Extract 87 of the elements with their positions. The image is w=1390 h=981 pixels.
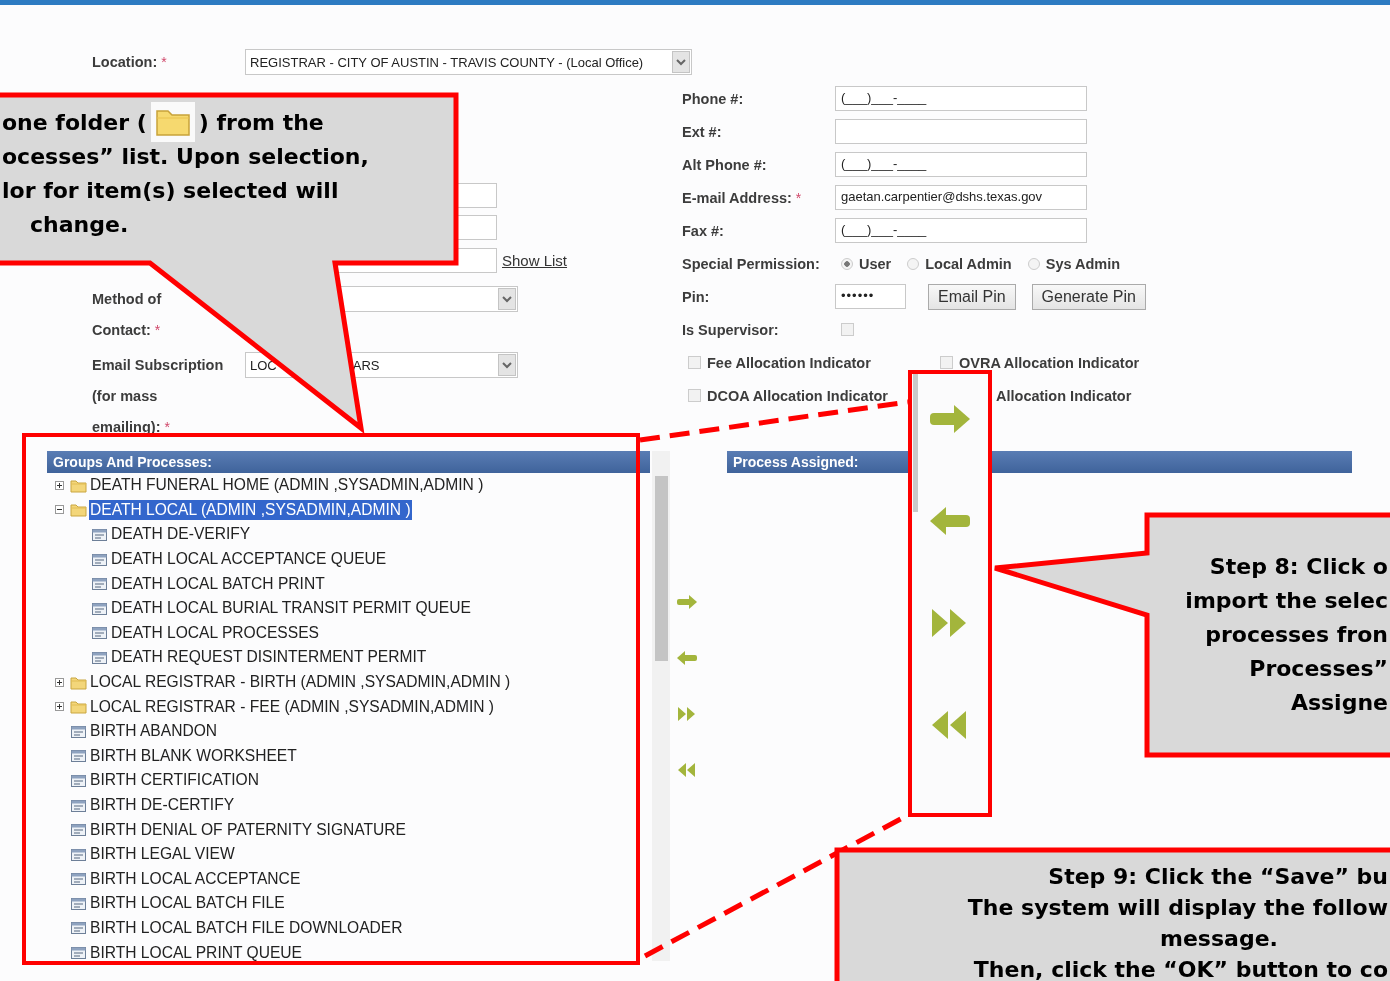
folder-icon [150, 102, 195, 142]
scrollbar[interactable] [652, 451, 670, 961]
tree-item[interactable]: DEATH REQUEST DISINTERMENT PERMIT [110, 647, 428, 668]
tree-item[interactable]: BIRTH BLANK WORKSHEET [89, 745, 298, 766]
checkbox-label: DCOA Allocation Indicator [707, 387, 888, 404]
field-label: E-mail Address: [682, 189, 792, 206]
text-field[interactable]: (___)___-____ [835, 218, 1087, 243]
callout-text: ) from the [198, 109, 324, 135]
checkbox-label: OVRA Allocation Indicator [959, 354, 1140, 371]
tree-item[interactable]: BIRTH DE-CERTIFY [89, 795, 236, 815]
tree-item[interactable]: DEATH LOCAL (ADMIN ,SYSADMIN,ADMIN ) [89, 499, 412, 520]
show-list-link[interactable]: Show List [502, 252, 568, 269]
expand-toggle-icon[interactable] [55, 505, 64, 515]
text-field[interactable] [835, 119, 1087, 144]
tree-item[interactable]: DEATH DE-VERIFY [110, 524, 252, 545]
tree-item[interactable]: BIRTH LOCAL BATCH FILE [89, 893, 286, 914]
callout-text: Step 9: Click the “Save” bu [1048, 864, 1388, 889]
pin-button[interactable]: Generate Pin [1031, 283, 1146, 310]
tree-item[interactable]: BIRTH LOCAL PRINT QUEUE [89, 942, 303, 963]
field-label: Alt Phone #: [682, 156, 767, 173]
callout-text: ocesses” list. Upon selection, [2, 143, 369, 169]
callout-text: message. [1160, 926, 1278, 951]
expand-toggle-icon[interactable] [55, 677, 64, 687]
tree-item[interactable]: DEATH LOCAL PROCESSES [110, 622, 320, 643]
field-label: Ext #: [682, 123, 722, 140]
tree-item[interactable]: DEATH LOCAL BURIAL TRANSIT PERMIT QUEUE [110, 598, 472, 619]
callout-text: The system will display the follow [967, 895, 1388, 920]
field-label: (for mass [92, 387, 158, 404]
required-mark: * [154, 321, 161, 338]
field-label: Method of [92, 290, 162, 307]
move-left-icon[interactable] [676, 649, 698, 667]
radio-button[interactable] [907, 257, 920, 270]
field-label: Contact: [92, 321, 151, 338]
tree-item[interactable]: DEATH LOCAL BATCH PRINT [110, 573, 326, 594]
tree-item[interactable]: DEATH LOCAL ACCEPTANCE QUEUE [110, 549, 388, 570]
field-label: Is Supervisor: [682, 321, 779, 338]
folder-icon [70, 674, 87, 690]
field-label: Special Permission: [682, 255, 820, 272]
tree-item[interactable]: LOCAL REGISTRAR - BIRTH (ADMIN ,SYSADMIN,ADMIN ) [89, 672, 512, 693]
callout-text: processes fron [1205, 621, 1388, 647]
text-field[interactable]: gaetan.carpentier@dshs.texas.gov [835, 185, 1087, 210]
callout-text: change. [30, 211, 129, 237]
move-all-left-icon[interactable] [676, 761, 698, 779]
required-mark: * [164, 418, 170, 435]
callout-text: one folder ( [2, 109, 147, 135]
location-dropdown[interactable]: REGISTRAR - CITY OF AUSTIN - TRAVIS COUNTY - (Local Office) [245, 49, 692, 75]
folder-icon [70, 477, 87, 493]
folder-icon [70, 502, 87, 518]
tree-item[interactable]: BIRTH LEGAL VIEW [89, 844, 236, 865]
callout-text: Step 8: Click o [1209, 553, 1388, 579]
checkbox-label: Allocation Indicator [996, 387, 1132, 404]
expand-toggle-icon[interactable] [55, 480, 64, 490]
scrollbar-thumb[interactable] [654, 476, 668, 661]
callout-text: import the selec [1185, 587, 1388, 613]
field-label: Location: [92, 54, 158, 70]
tree-item[interactable]: BIRTH CERTIFICATION [89, 770, 260, 791]
text-field[interactable]: (___)___-____ [835, 86, 1087, 111]
tree-item[interactable]: LOCAL REGISTRAR - FEE (ADMIN ,SYSADMIN,ADMIN ) [89, 696, 496, 717]
tree-item[interactable]: BIRTH ABANDON [89, 721, 219, 742]
tree-item[interactable]: BIRTH LOCAL ACCEPTANCE [89, 868, 302, 889]
required-mark: * [795, 189, 802, 206]
option-label: Local Admin [925, 255, 1012, 272]
callout-text: Assigne [1290, 689, 1388, 715]
field-label: Fax #: [682, 222, 724, 239]
folder-icon [70, 699, 87, 715]
radio-button[interactable] [841, 257, 853, 270]
move-right-icon[interactable] [676, 593, 698, 611]
field-label: Email Subscription [92, 356, 224, 373]
tree-item[interactable]: BIRTH DENIAL OF PATERNITY SIGNATURE [89, 819, 407, 840]
option-label: Sys Admin [1045, 255, 1121, 272]
tree-item[interactable]: DEATH FUNERAL HOME (ADMIN ,SYSADMIN,ADMIN ) [89, 475, 485, 496]
pin-field[interactable]: •••••• [835, 284, 906, 309]
required-mark: * [161, 54, 167, 70]
field-label: emailing): [92, 418, 161, 435]
field-label: Pin: [682, 288, 710, 305]
callout-text: lor for item(s) selected will [2, 177, 339, 203]
callout-text: Processes” [1249, 655, 1388, 681]
radio-button[interactable] [1027, 257, 1040, 270]
pin-button[interactable]: Email Pin [928, 283, 1016, 310]
expand-toggle-icon[interactable] [55, 702, 64, 712]
callout-text: Then, click the “OK” button to co [973, 957, 1388, 981]
option-label: User [859, 255, 892, 272]
tree-item[interactable]: BIRTH LOCAL BATCH FILE DOWNLOADER [89, 918, 404, 938]
field-label: Phone #: [682, 90, 744, 107]
text-field[interactable]: (___)___-____ [835, 152, 1087, 177]
checkbox-label: Fee Allocation Indicator [707, 354, 871, 371]
panel-header: Groups And Processes: [47, 451, 650, 473]
